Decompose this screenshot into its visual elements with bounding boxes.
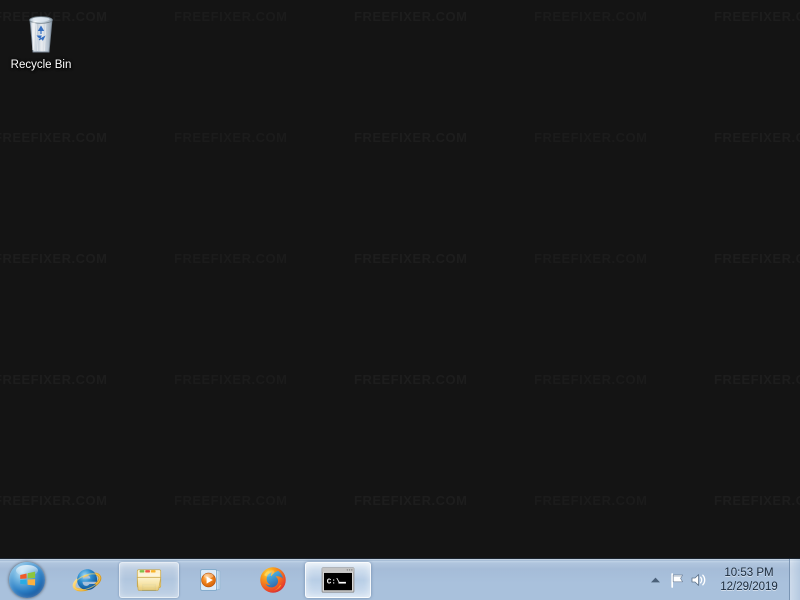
firefox-icon bbox=[260, 567, 286, 593]
desktop-icon-recycle-bin[interactable]: Recycle Bin bbox=[8, 8, 74, 72]
tray-icons[interactable] bbox=[642, 565, 712, 595]
watermark-text: FREEFIXER.COM bbox=[354, 9, 468, 24]
watermark-text: FREEFIXER.COM bbox=[714, 130, 800, 145]
taskbar-button-internet-explorer[interactable] bbox=[57, 562, 117, 598]
taskbar-button-command-prompt[interactable]: C:\ bbox=[305, 562, 371, 598]
watermark-text: FREEFIXER.COM bbox=[174, 251, 288, 266]
watermark-text: FREEFIXER.COM bbox=[534, 251, 648, 266]
clock-date: 12/29/2019 bbox=[720, 581, 778, 593]
watermark-text: FREEFIXER.COM bbox=[534, 372, 648, 387]
folder-icon bbox=[136, 569, 162, 591]
watermark-text: FREEFIXER.COM bbox=[354, 130, 468, 145]
start-button[interactable] bbox=[0, 559, 54, 600]
watermark-text: FREEFIXER.COM bbox=[534, 9, 648, 24]
watermark-text: FREEFIXER.COM bbox=[0, 372, 108, 387]
desktop[interactable]: FREEFIXER.COM FREEFIXER.COM FREEFIXER.COM F… bbox=[0, 0, 800, 600]
clock[interactable]: 10:53 PM 12/29/2019 bbox=[712, 559, 786, 600]
watermark-text: FREEFIXER.COM bbox=[534, 493, 648, 508]
show-hidden-icons-button[interactable] bbox=[644, 565, 666, 595]
watermark-text: FREEFIXER.COM bbox=[174, 130, 288, 145]
show-desktop-button[interactable] bbox=[789, 559, 800, 600]
watermark-text: FREEFIXER.COM bbox=[174, 372, 288, 387]
watermark-text: FREEFIXER.COM bbox=[174, 9, 288, 24]
speaker-icon bbox=[691, 574, 706, 586]
flag-icon bbox=[670, 572, 683, 588]
watermark-text: FREEFIXER.COM bbox=[714, 251, 800, 266]
watermark-text: FREEFIXER.COM bbox=[0, 493, 108, 508]
desktop-icon-label: Recycle Bin bbox=[10, 59, 72, 71]
watermark-text: FREEFIXER.COM bbox=[0, 251, 108, 266]
watermark-text: FREEFIXER.COM bbox=[354, 251, 468, 266]
watermark-text: FREEFIXER.COM bbox=[354, 493, 468, 508]
volume-button[interactable] bbox=[688, 565, 710, 595]
chevron-up-icon bbox=[650, 577, 660, 583]
taskbar[interactable]: C:\ 10:53 PM 12/29/2019 bbox=[0, 558, 800, 600]
watermark-text: FREEFIXER.COM bbox=[0, 130, 108, 145]
recycle-bin-icon bbox=[29, 16, 53, 53]
taskbar-buttons[interactable]: C:\ bbox=[54, 559, 372, 600]
taskbar-button-windows-explorer[interactable] bbox=[119, 562, 179, 598]
watermark-layer: FREEFIXER.COM FREEFIXER.COM FREEFIXER.COM F… bbox=[0, 0, 800, 558]
watermark-text: FREEFIXER.COM bbox=[354, 372, 468, 387]
command-prompt-icon: C:\ bbox=[321, 567, 355, 593]
taskbar-button-firefox[interactable] bbox=[243, 562, 303, 598]
clock-time: 10:53 PM bbox=[724, 567, 774, 579]
watermark-text: FREEFIXER.COM bbox=[174, 493, 288, 508]
internet-explorer-icon bbox=[72, 569, 102, 592]
taskbar-button-windows-media-player[interactable] bbox=[181, 562, 241, 598]
watermark-text: FREEFIXER.COM bbox=[714, 372, 800, 387]
watermark-text: FREEFIXER.COM bbox=[714, 493, 800, 508]
action-center-button[interactable] bbox=[666, 565, 688, 595]
system-tray[interactable]: 10:53 PM 12/29/2019 bbox=[642, 559, 800, 600]
watermark-text: FREEFIXER.COM bbox=[714, 9, 800, 24]
windows-orb-icon bbox=[9, 561, 45, 598]
watermark-text: FREEFIXER.COM bbox=[534, 130, 648, 145]
media-player-icon bbox=[200, 569, 221, 591]
